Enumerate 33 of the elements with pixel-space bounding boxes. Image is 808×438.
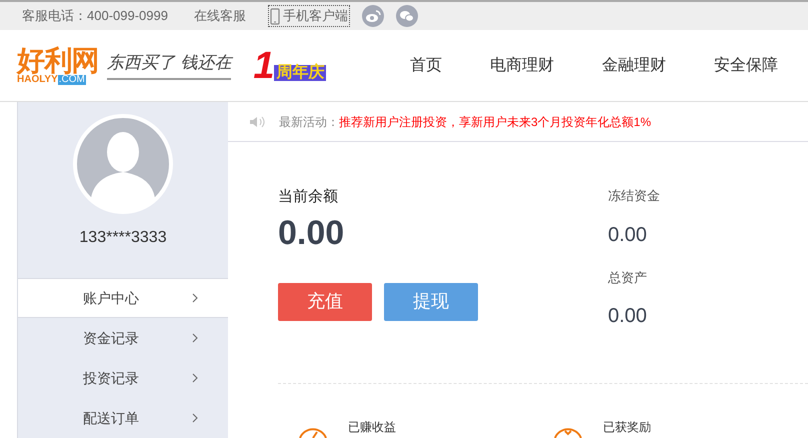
stat-label: 总资产 [608, 268, 648, 286]
sidebar-item[interactable]: 资金记录 [18, 318, 228, 358]
stat-value: 0.00 [608, 304, 648, 329]
online-service-link[interactable]: 在线客服 [194, 6, 246, 26]
username: 133****3333 [79, 228, 167, 248]
nav-link[interactable]: 安全保障 [714, 54, 778, 78]
chevron-right-icon [192, 373, 198, 383]
stat-label: 冻结资金 [608, 187, 660, 205]
sidebar-item[interactable]: 配送订单 [18, 398, 228, 438]
anniversary-badge: 1 周年庆 [253, 46, 326, 84]
wechat-icon[interactable] [396, 5, 418, 27]
sidebar-item[interactable]: 投资记录 [18, 358, 228, 398]
nav-link[interactable]: 金融理财 [602, 54, 666, 78]
stat-value: 0.00 [608, 222, 648, 248]
speaker-icon [249, 116, 266, 128]
chevron-right-icon [192, 333, 198, 343]
weibo-icon[interactable] [362, 5, 384, 27]
chevron-right-icon [192, 413, 198, 423]
summary-label: 已获奖励 [603, 419, 651, 436]
notice-link[interactable]: 推荐新用户注册投资，享新用户未来3个月投资年化总额1% [339, 112, 652, 130]
summary-label: 已赚收益 [348, 419, 396, 436]
sidebar-item[interactable]: 账户中心 [18, 278, 228, 318]
balance-value: 0.00 [278, 212, 346, 254]
nav-link[interactable]: 首页 [410, 54, 442, 78]
notice-label: 最新活动： [279, 114, 339, 130]
balance-label: 当前余额 [278, 187, 339, 207]
recharge-button[interactable]: 充值 [278, 282, 372, 320]
hotline: 客服电话：400-099-0999 [22, 7, 168, 26]
slogan: 东西买了 钱还在 [106, 50, 232, 80]
chevron-right-icon [192, 293, 198, 303]
mobile-client-link[interactable]: 手机客户端 [268, 5, 350, 27]
nav-link[interactable]: 电商理财 [490, 54, 554, 78]
phone-icon [270, 8, 280, 24]
